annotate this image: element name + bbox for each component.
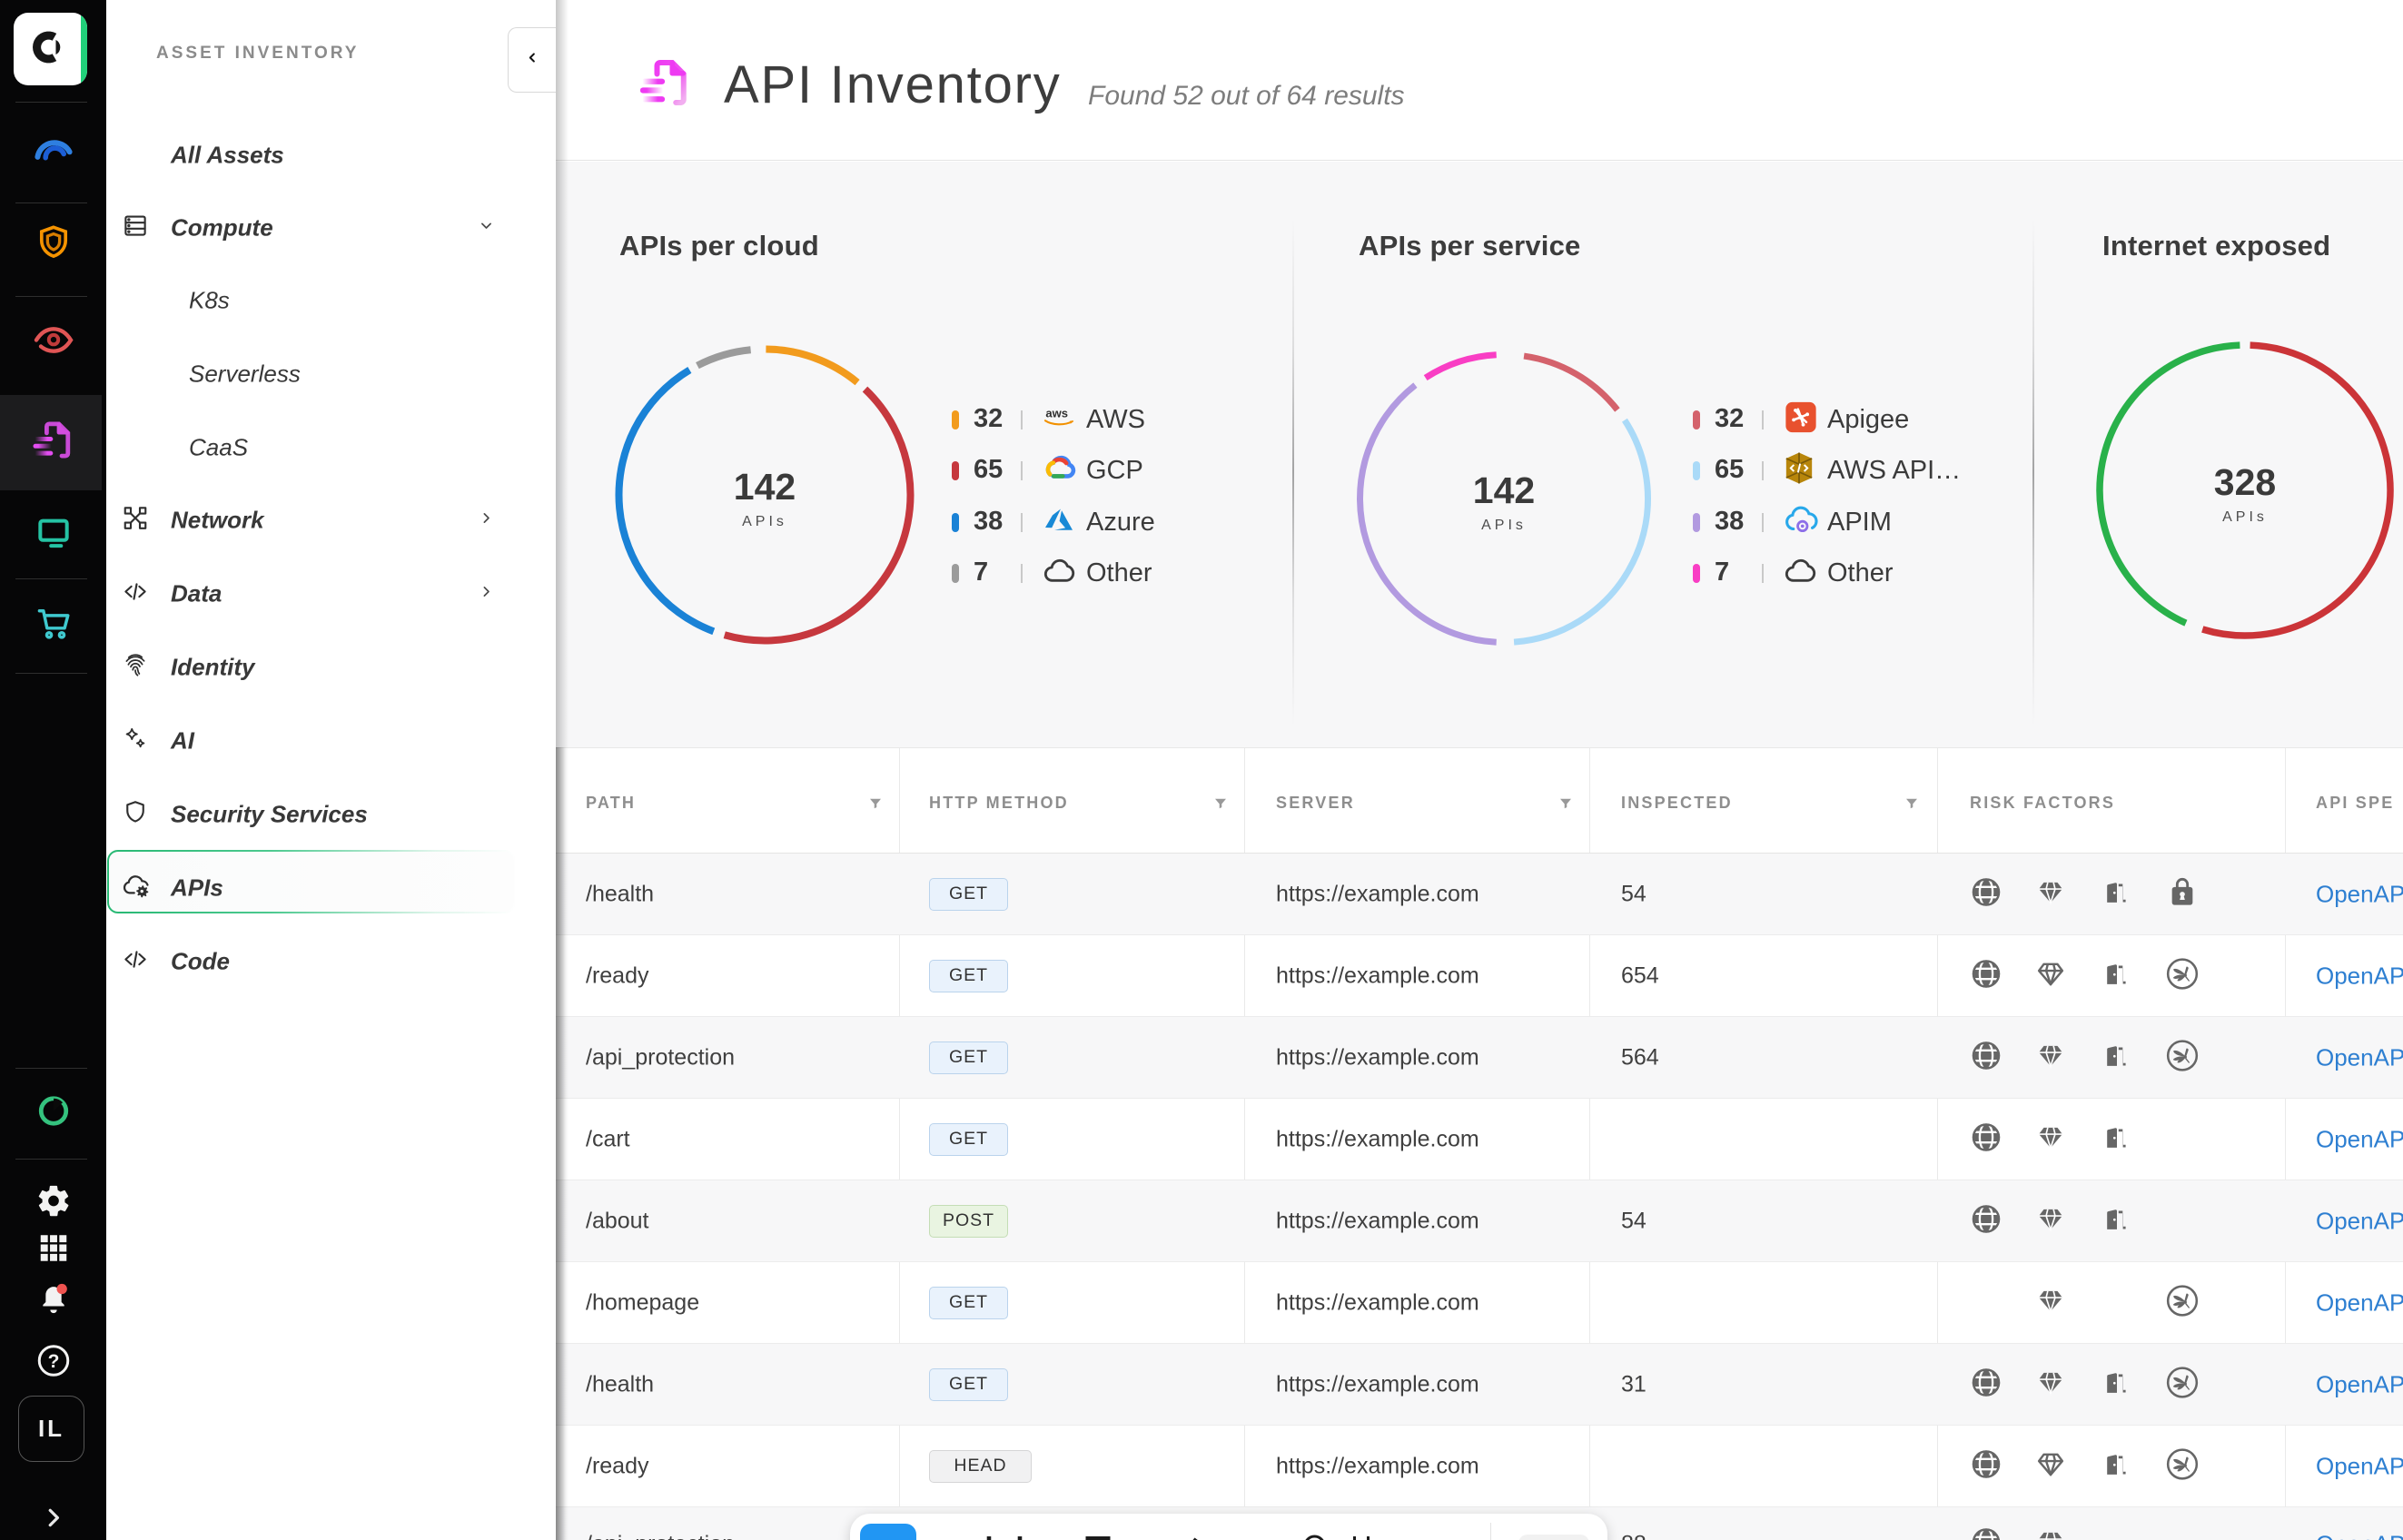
- svg-text:aws: aws: [1045, 407, 1068, 420]
- svg-text:?: ?: [47, 1351, 59, 1372]
